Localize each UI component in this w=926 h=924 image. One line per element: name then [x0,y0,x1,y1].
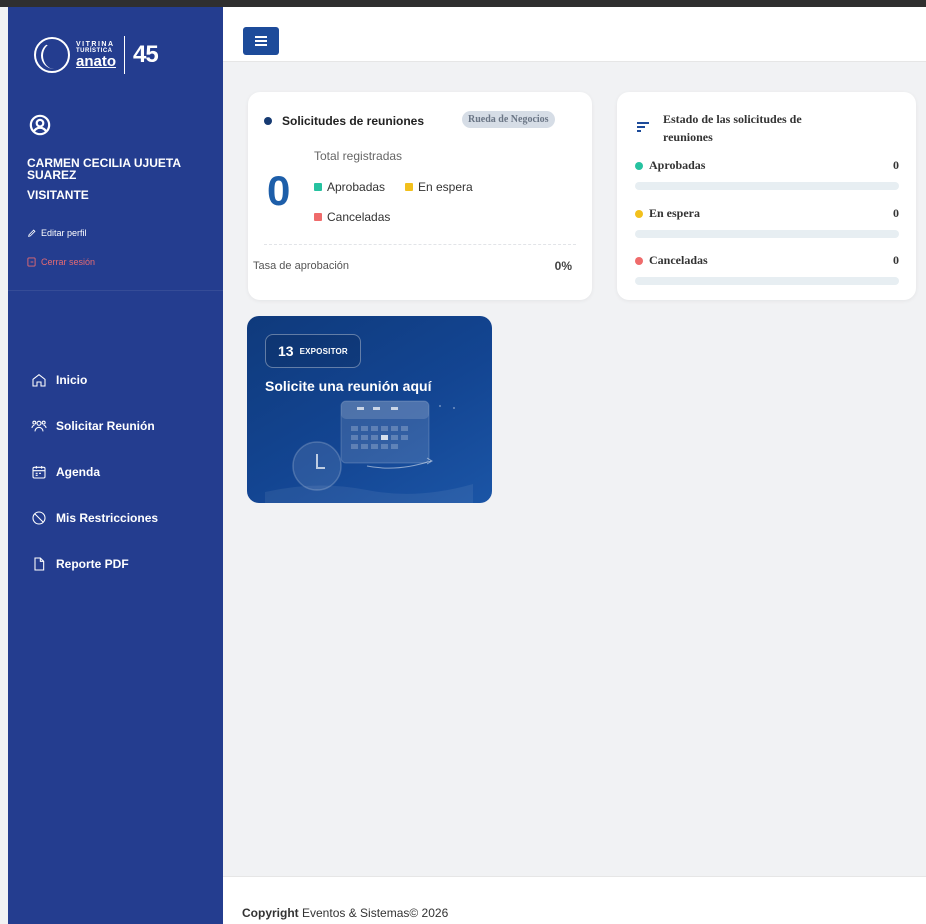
sidebar-nav: Inicio Solicitar Reunión Agenda Mis Rest… [31,357,158,587]
approved-swatch [314,183,322,191]
sidebar-divider [8,290,223,291]
logo-text: VITRINA TURÍSTICA anato [76,41,116,69]
edit-profile-link[interactable]: Editar perfil [27,228,87,238]
status-label: En espera [649,206,700,220]
legend-cancelled: Canceladas [314,210,390,224]
summary-title-text: Solicitudes de reuniones [282,114,425,128]
approval-rate-label: Tasa de aprobación [253,260,350,272]
logout-label: Cerrar sesión [41,257,96,267]
status-value: 0 [893,158,899,172]
copyright-text: Copyright Eventos & Sistemas© 2026 [242,906,448,920]
total-label: Total registradas [314,149,403,163]
request-meeting-title: Solicite una reunión aquí [265,378,432,394]
hamburger-icon [255,36,267,46]
logo[interactable]: VITRINA TURÍSTICA anato 45 [34,30,194,80]
logout-icon [27,257,36,267]
calendar-icon [32,466,46,479]
copyright-rest: Eventos & Sistemas© 2026 [298,906,449,920]
status-value: 0 [893,206,899,220]
sidebar-item-solicitar-reunion[interactable]: Solicitar Reunión [31,403,158,449]
home-icon [32,373,46,387]
logo-line1: VITRINA [76,41,115,48]
request-meeting-card[interactable]: 13 EXPOSITOR Solicite una reunión aquí [247,316,492,503]
window-top-strip [0,0,926,7]
sort-lines-icon [637,122,649,132]
edit-profile-label: Editar perfil [41,228,87,238]
logo-45: 45 [133,41,159,68]
footer: Copyright Eventos & Sistemas© 2026 [223,876,926,924]
legend-waiting: En espera [405,180,473,194]
sidebar: VITRINA TURÍSTICA anato 45 CARMEN CECILI… [8,7,223,924]
sidebar-item-agenda[interactable]: Agenda [31,449,158,495]
calendar-illustration-icon [265,400,473,503]
title-dot [264,117,272,125]
status-label: Canceladas [649,253,708,267]
sidebar-item-label: Solicitar Reunión [56,419,155,433]
copyright-bold: Copyright [242,906,299,920]
logo-line3: anato [76,53,117,70]
sidebar-item-inicio[interactable]: Inicio [31,357,158,403]
approved-dot [635,161,643,170]
status-row-cancelled: Canceladas 0 [635,253,899,285]
logout-link[interactable]: Cerrar sesión [27,257,95,267]
logo-circle-icon [34,37,70,73]
cancelled-swatch [314,213,322,221]
users-icon [31,420,47,432]
user-name: CARMEN CECILIA UJUETA SUAREZ [27,156,181,182]
exhibitor-count: 13 [278,343,294,359]
sidebar-item-mis-restricciones[interactable]: Mis Restricciones [31,495,158,541]
cancelled-dot [635,256,643,265]
exhibitor-label: EXPOSITOR [299,346,348,356]
sidebar-item-reporte-pdf[interactable]: Reporte PDF [31,541,158,587]
legend-approved: Aprobadas [314,180,385,194]
summary-title: Solicitudes de reuniones [264,114,424,128]
sidebar-item-label: Agenda [56,465,101,479]
top-bar [223,7,926,62]
sidebar-item-label: Inicio [56,373,88,387]
legend-cancelled-label: Canceladas [327,210,391,224]
rueda-badge: Rueda de Negocios [462,111,555,128]
waiting-dot [635,209,643,218]
pencil-icon [28,229,36,237]
logo-divider [124,36,126,74]
approval-rate-value: 0% [554,259,572,273]
status-label: Aprobadas [649,158,706,172]
total-count: 0 [267,167,291,214]
summary-divider [264,244,576,245]
legend-waiting-label: En espera [418,180,473,194]
status-card: Estado de las solicitudes de reuniones A… [617,92,916,300]
exhibitor-count-badge: 13 EXPOSITOR [265,334,361,368]
status-row-waiting: En espera 0 [635,206,899,238]
file-icon [34,557,45,571]
sidebar-item-label: Reporte PDF [56,557,129,571]
legend-approved-label: Aprobadas [327,180,386,194]
menu-toggle-button[interactable] [243,27,279,55]
status-value: 0 [893,253,899,267]
status-progress-bar [635,230,899,238]
waiting-swatch [405,183,413,191]
user-circle-icon [29,114,51,136]
status-progress-bar [635,182,899,190]
block-icon [32,511,46,525]
status-title: Estado de las solicitudes de reuniones [663,112,802,144]
status-progress-bar [635,277,899,285]
status-row-approved: Aprobadas 0 [635,158,899,190]
user-role: VISITANTE [27,188,89,202]
sidebar-item-label: Mis Restricciones [56,511,159,525]
meetings-summary-card: Solicitudes de reuniones Rueda de Negoci… [248,92,592,300]
